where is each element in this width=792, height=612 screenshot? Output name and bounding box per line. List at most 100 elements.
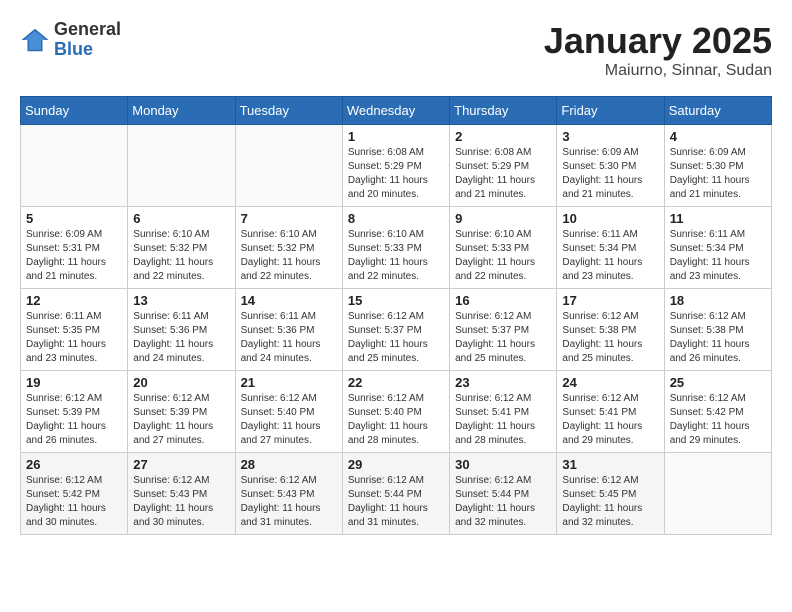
weekday-header-friday: Friday — [557, 97, 664, 125]
day-info: Sunrise: 6:12 AM Sunset: 5:39 PM Dayligh… — [26, 392, 122, 448]
calendar-cell: 1 Sunrise: 6:08 AM Sunset: 5:29 PM Daylig… — [342, 125, 449, 207]
day-info: Sunrise: 6:12 AM Sunset: 5:42 PM Dayligh… — [670, 392, 766, 448]
day-number: 11 — [670, 211, 766, 226]
day-info: Sunrise: 6:12 AM Sunset: 5:40 PM Dayligh… — [348, 392, 444, 448]
weekday-header-tuesday: Tuesday — [235, 97, 342, 125]
day-number: 23 — [455, 375, 551, 390]
calendar-cell: 5Sunrise: 6:09 AM Sunset: 5:31 PM Daylig… — [21, 207, 128, 289]
day-number: 16 — [455, 293, 551, 308]
day-info: Sunrise: 6:10 AM Sunset: 5:33 PM Dayligh… — [455, 228, 551, 284]
week-row-5: 26 Sunrise: 6:12 AM Sunset: 5:42 PM Dayli… — [21, 453, 772, 535]
weekday-header-wednesday: Wednesday — [342, 97, 449, 125]
day-info: Sunrise: 6:12 AM Sunset: 5:37 PM Dayligh… — [455, 310, 551, 366]
month-title: January 2025 — [544, 20, 772, 62]
day-number: 4 — [670, 129, 766, 144]
day-number: 22 — [348, 375, 444, 390]
day-number: 1 — [348, 129, 444, 144]
calendar-cell: 31 Sunrise: 6:12 AM Sunset: 5:45 PM Dayli… — [557, 453, 664, 535]
calendar-cell — [235, 125, 342, 207]
day-info: Sunrise: 6:12 AM Sunset: 5:44 PM Dayligh… — [348, 474, 444, 530]
day-number: 12 — [26, 293, 122, 308]
day-info: Sunrise: 6:09 AM Sunset: 5:30 PM Dayligh… — [562, 146, 658, 202]
week-row-2: 5Sunrise: 6:09 AM Sunset: 5:31 PM Daylig… — [21, 207, 772, 289]
calendar-cell: 13Sunrise: 6:11 AM Sunset: 5:36 PM Dayli… — [128, 289, 235, 371]
day-number: 13 — [133, 293, 229, 308]
day-info: Sunrise: 6:12 AM Sunset: 5:38 PM Dayligh… — [562, 310, 658, 366]
calendar-cell: 27 Sunrise: 6:12 AM Sunset: 5:43 PM Dayli… — [128, 453, 235, 535]
day-number: 5 — [26, 211, 122, 226]
week-row-1: 1 Sunrise: 6:08 AM Sunset: 5:29 PM Daylig… — [21, 125, 772, 207]
calendar-cell — [21, 125, 128, 207]
logo-blue-text: Blue — [54, 40, 121, 60]
calendar-cell: 23 Sunrise: 6:12 AM Sunset: 5:41 PM Dayli… — [450, 371, 557, 453]
day-number: 28 — [241, 457, 337, 472]
calendar-cell: 26 Sunrise: 6:12 AM Sunset: 5:42 PM Dayli… — [21, 453, 128, 535]
calendar-cell: 16 Sunrise: 6:12 AM Sunset: 5:37 PM Dayli… — [450, 289, 557, 371]
day-info: Sunrise: 6:12 AM Sunset: 5:42 PM Dayligh… — [26, 474, 122, 530]
day-number: 19 — [26, 375, 122, 390]
day-number: 31 — [562, 457, 658, 472]
day-number: 29 — [348, 457, 444, 472]
day-number: 8 — [348, 211, 444, 226]
weekday-header-thursday: Thursday — [450, 97, 557, 125]
calendar-cell: 19 Sunrise: 6:12 AM Sunset: 5:39 PM Dayli… — [21, 371, 128, 453]
day-number: 20 — [133, 375, 229, 390]
location-text: Maiurno, Sinnar, Sudan — [544, 62, 772, 80]
day-info: Sunrise: 6:10 AM Sunset: 5:32 PM Dayligh… — [241, 228, 337, 284]
calendar-cell: 30 Sunrise: 6:12 AM Sunset: 5:44 PM Dayli… — [450, 453, 557, 535]
calendar-cell: 6 Sunrise: 6:10 AM Sunset: 5:32 PM Daylig… — [128, 207, 235, 289]
day-number: 7 — [241, 211, 337, 226]
day-number: 9 — [455, 211, 551, 226]
day-number: 17 — [562, 293, 658, 308]
day-number: 2 — [455, 129, 551, 144]
logo: General Blue — [20, 20, 121, 60]
day-info: Sunrise: 6:12 AM Sunset: 5:39 PM Dayligh… — [133, 392, 229, 448]
calendar-cell: 28 Sunrise: 6:12 AM Sunset: 5:43 PM Dayli… — [235, 453, 342, 535]
week-row-4: 19 Sunrise: 6:12 AM Sunset: 5:39 PM Dayli… — [21, 371, 772, 453]
calendar-cell: 24Sunrise: 6:12 AM Sunset: 5:41 PM Dayli… — [557, 371, 664, 453]
day-info: Sunrise: 6:11 AM Sunset: 5:34 PM Dayligh… — [670, 228, 766, 284]
calendar-cell: 9 Sunrise: 6:10 AM Sunset: 5:33 PM Daylig… — [450, 207, 557, 289]
day-number: 25 — [670, 375, 766, 390]
day-number: 6 — [133, 211, 229, 226]
calendar-cell: 15Sunrise: 6:12 AM Sunset: 5:37 PM Dayli… — [342, 289, 449, 371]
day-number: 10 — [562, 211, 658, 226]
day-info: Sunrise: 6:12 AM Sunset: 5:43 PM Dayligh… — [133, 474, 229, 530]
weekday-header-row: SundayMondayTuesdayWednesdayThursdayFrid… — [21, 97, 772, 125]
logo-icon — [20, 25, 50, 55]
day-info: Sunrise: 6:08 AM Sunset: 5:29 PM Dayligh… — [348, 146, 444, 202]
day-info: Sunrise: 6:09 AM Sunset: 5:30 PM Dayligh… — [670, 146, 766, 202]
calendar-cell: 7 Sunrise: 6:10 AM Sunset: 5:32 PM Daylig… — [235, 207, 342, 289]
calendar-cell: 8 Sunrise: 6:10 AM Sunset: 5:33 PM Daylig… — [342, 207, 449, 289]
calendar-cell: 18Sunrise: 6:12 AM Sunset: 5:38 PM Dayli… — [664, 289, 771, 371]
day-info: Sunrise: 6:12 AM Sunset: 5:45 PM Dayligh… — [562, 474, 658, 530]
logo-text: General Blue — [54, 20, 121, 60]
day-info: Sunrise: 6:12 AM Sunset: 5:40 PM Dayligh… — [241, 392, 337, 448]
logo-general-text: General — [54, 20, 121, 40]
day-info: Sunrise: 6:10 AM Sunset: 5:33 PM Dayligh… — [348, 228, 444, 284]
day-info: Sunrise: 6:10 AM Sunset: 5:32 PM Dayligh… — [133, 228, 229, 284]
calendar-cell: 20 Sunrise: 6:12 AM Sunset: 5:39 PM Dayli… — [128, 371, 235, 453]
weekday-header-monday: Monday — [128, 97, 235, 125]
day-info: Sunrise: 6:08 AM Sunset: 5:29 PM Dayligh… — [455, 146, 551, 202]
day-info: Sunrise: 6:12 AM Sunset: 5:44 PM Dayligh… — [455, 474, 551, 530]
day-number: 3 — [562, 129, 658, 144]
day-info: Sunrise: 6:11 AM Sunset: 5:35 PM Dayligh… — [26, 310, 122, 366]
day-number: 26 — [26, 457, 122, 472]
day-info: Sunrise: 6:12 AM Sunset: 5:41 PM Dayligh… — [562, 392, 658, 448]
day-info: Sunrise: 6:12 AM Sunset: 5:43 PM Dayligh… — [241, 474, 337, 530]
calendar-cell: 11 Sunrise: 6:11 AM Sunset: 5:34 PM Dayli… — [664, 207, 771, 289]
calendar-cell: 4 Sunrise: 6:09 AM Sunset: 5:30 PM Daylig… — [664, 125, 771, 207]
day-number: 15 — [348, 293, 444, 308]
calendar-table: SundayMondayTuesdayWednesdayThursdayFrid… — [20, 96, 772, 535]
day-info: Sunrise: 6:12 AM Sunset: 5:41 PM Dayligh… — [455, 392, 551, 448]
day-number: 27 — [133, 457, 229, 472]
day-info: Sunrise: 6:11 AM Sunset: 5:36 PM Dayligh… — [241, 310, 337, 366]
day-number: 14 — [241, 293, 337, 308]
calendar-cell: 25 Sunrise: 6:12 AM Sunset: 5:42 PM Dayli… — [664, 371, 771, 453]
day-number: 30 — [455, 457, 551, 472]
calendar-cell: 29 Sunrise: 6:12 AM Sunset: 5:44 PM Dayli… — [342, 453, 449, 535]
calendar-cell — [128, 125, 235, 207]
calendar-cell: 22 Sunrise: 6:12 AM Sunset: 5:40 PM Dayli… — [342, 371, 449, 453]
calendar-cell: 14 Sunrise: 6:11 AM Sunset: 5:36 PM Dayli… — [235, 289, 342, 371]
